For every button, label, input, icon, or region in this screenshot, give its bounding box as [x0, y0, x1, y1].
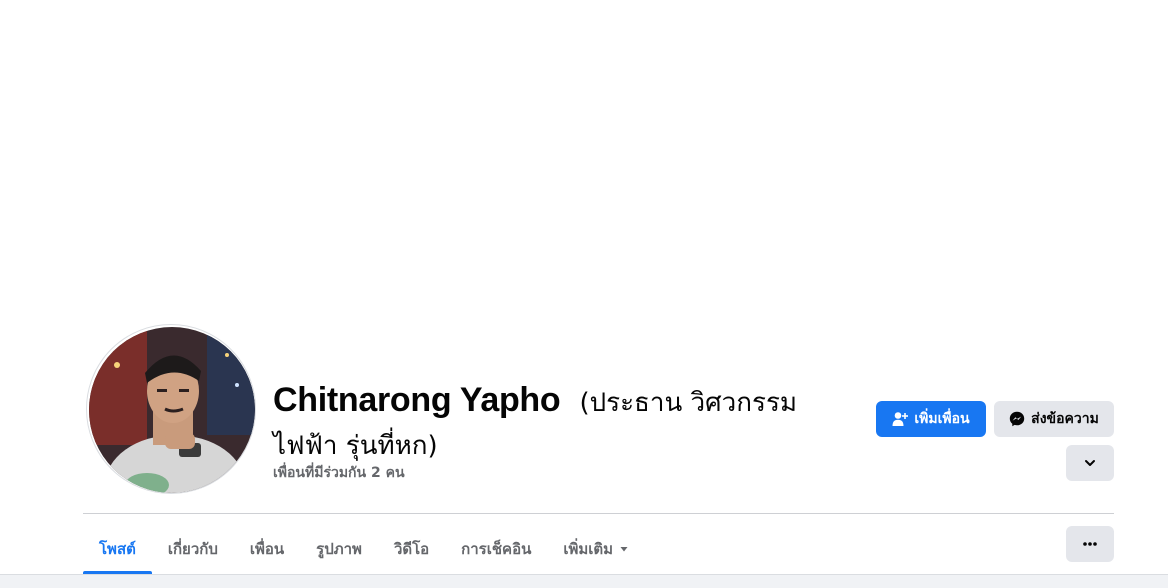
add-friend-label: เพิ่มเพื่อน	[914, 411, 970, 427]
chevron-down-icon	[1083, 456, 1097, 470]
tab-photos[interactable]: รูปภาพ	[300, 524, 378, 574]
tab-friends-label: เพื่อน	[249, 540, 285, 558]
tab-videos[interactable]: วิดีโอ	[378, 524, 445, 574]
mutual-friends-link[interactable]: เพื่อนที่มีร่วมกัน 2 คน	[273, 462, 405, 484]
add-friend-button[interactable]: เพิ่มเพื่อน	[876, 401, 986, 437]
tab-posts[interactable]: โพสต์	[83, 524, 152, 574]
tab-check-ins-label: การเช็คอิน	[461, 540, 532, 558]
content-area-top	[0, 574, 1168, 588]
tab-about[interactable]: เกี่ยวกับ	[152, 524, 234, 574]
tab-check-ins[interactable]: การเช็คอิน	[445, 524, 547, 574]
message-button[interactable]: ส่งข้อความ	[994, 401, 1114, 437]
cover-photo[interactable]	[0, 0, 1168, 330]
header-divider	[83, 513, 1114, 514]
tab-posts-label: โพสต์	[99, 540, 136, 558]
profile-tabs: โพสต์ เกี่ยวกับ เพื่อน รูปภาพ วิดีโอ การ…	[83, 524, 645, 574]
profile-name: Chitnarong Yapho	[273, 381, 561, 419]
add-friend-icon	[892, 411, 909, 427]
message-label: ส่งข้อความ	[1031, 411, 1099, 427]
profile-picture[interactable]	[86, 324, 256, 494]
tab-about-label: เกี่ยวกับ	[167, 540, 218, 558]
profile-options-dropdown-button[interactable]	[1066, 445, 1114, 481]
caret-down-icon	[619, 544, 629, 554]
more-dots-icon	[1082, 541, 1098, 547]
tab-more[interactable]: เพิ่มเติม	[547, 524, 645, 574]
messenger-icon	[1009, 411, 1025, 427]
tab-photos-label: รูปภาพ	[316, 540, 362, 558]
tab-videos-label: วิดีโอ	[393, 540, 430, 558]
tab-friends[interactable]: เพื่อน	[234, 524, 300, 574]
profile-name-block: Chitnarong Yapho (ประธาน วิศวกรรมไฟฟ้า ร…	[273, 380, 853, 469]
tab-more-label: เพิ่มเติม	[563, 540, 614, 558]
more-options-button[interactable]	[1066, 526, 1114, 562]
